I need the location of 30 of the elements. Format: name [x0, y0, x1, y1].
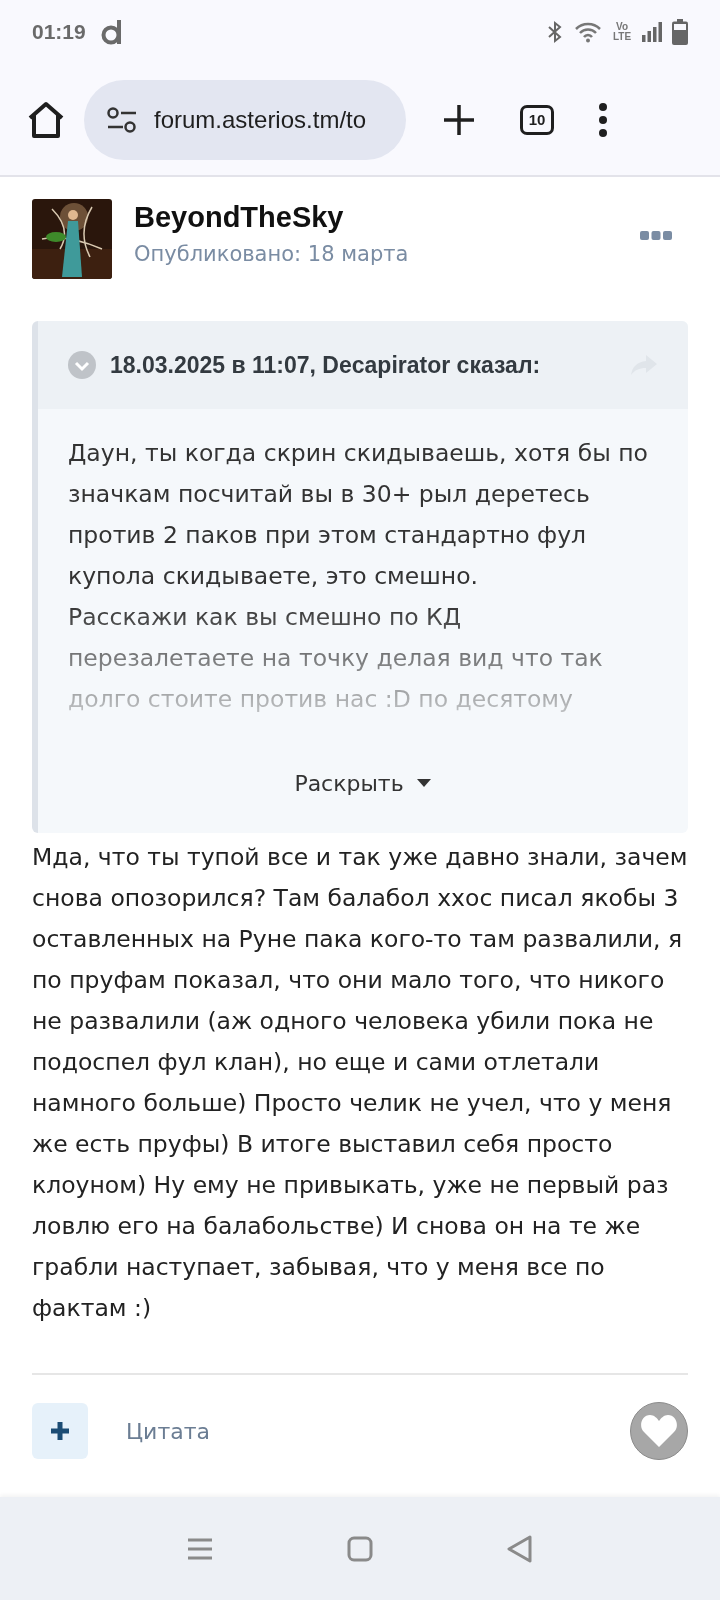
battery-icon	[672, 19, 688, 45]
quote-header: 18.03.2025 в 11:07, Decapirator сказал:	[110, 351, 542, 379]
quote-text: Даун, ты когда скрин скидываешь, хотя бы по значкам посчитай вы в 30+ рыл деретесь против 2 паков при этом стандартно фул купола скидываете, это смешно. Расскажи как вы смешно по КД перезалетаете на точку делая вид что так долго стоите против нас :D по десятому	[67, 438, 649, 715]
address-bar[interactable]: forum.asterios.tm/to	[84, 79, 406, 160]
new-tab-icon[interactable]	[442, 102, 476, 137]
site-settings-icon[interactable]	[106, 105, 138, 134]
clock: 01:19	[32, 20, 86, 44]
heart-icon	[640, 1414, 678, 1448]
post-text: Мда, что ты тупой все и так уже давно знали, зачем снова опозорился? Там балабол ххос писал якобы 3 оставленных на Руне пака кого-то там развалили, я по пруфам показал, что они мало того, что никого не развалили (аж одного человека убили пока не подоспел фул клан), но еще и сами отлетали намного больше) Просто челик не учел, что у меня же есть пруфы) В итоге выставил себя просто клоуном) Ну ему не привыкать, уже не первый раз ловлю его на балабольстве) И снова он на те же грабли наступает, забывая, что у меня все по фактам :)	[32, 842, 688, 1324]
plus-icon	[50, 1421, 70, 1441]
more-icon[interactable]	[640, 231, 672, 241]
bluetooth-icon	[546, 20, 564, 44]
quote-button[interactable]: Цитата	[126, 1418, 210, 1444]
volte-label: Vo LTE	[612, 22, 632, 42]
home-button-icon[interactable]	[347, 1535, 373, 1562]
caret-icon	[415, 778, 432, 788]
expand-button[interactable]: Раскрыть	[38, 733, 688, 833]
wifi-icon	[574, 21, 602, 43]
url-text: forum.asterios.tm/to	[154, 105, 367, 134]
tab-count[interactable]: 10	[520, 104, 554, 135]
chevron-down-icon[interactable]	[68, 351, 96, 379]
signal-icon	[642, 22, 662, 42]
post-date: Опубликовано: 18 марта	[134, 242, 410, 266]
notification-icon	[99, 19, 124, 45]
menu-icon[interactable]	[598, 101, 608, 138]
home-icon[interactable]	[26, 100, 66, 139]
recent-apps-icon[interactable]	[186, 1536, 215, 1561]
multiquote-button[interactable]	[32, 1403, 88, 1459]
back-icon[interactable]	[505, 1533, 534, 1564]
author-name[interactable]: BeyondTheSky	[134, 201, 618, 234]
